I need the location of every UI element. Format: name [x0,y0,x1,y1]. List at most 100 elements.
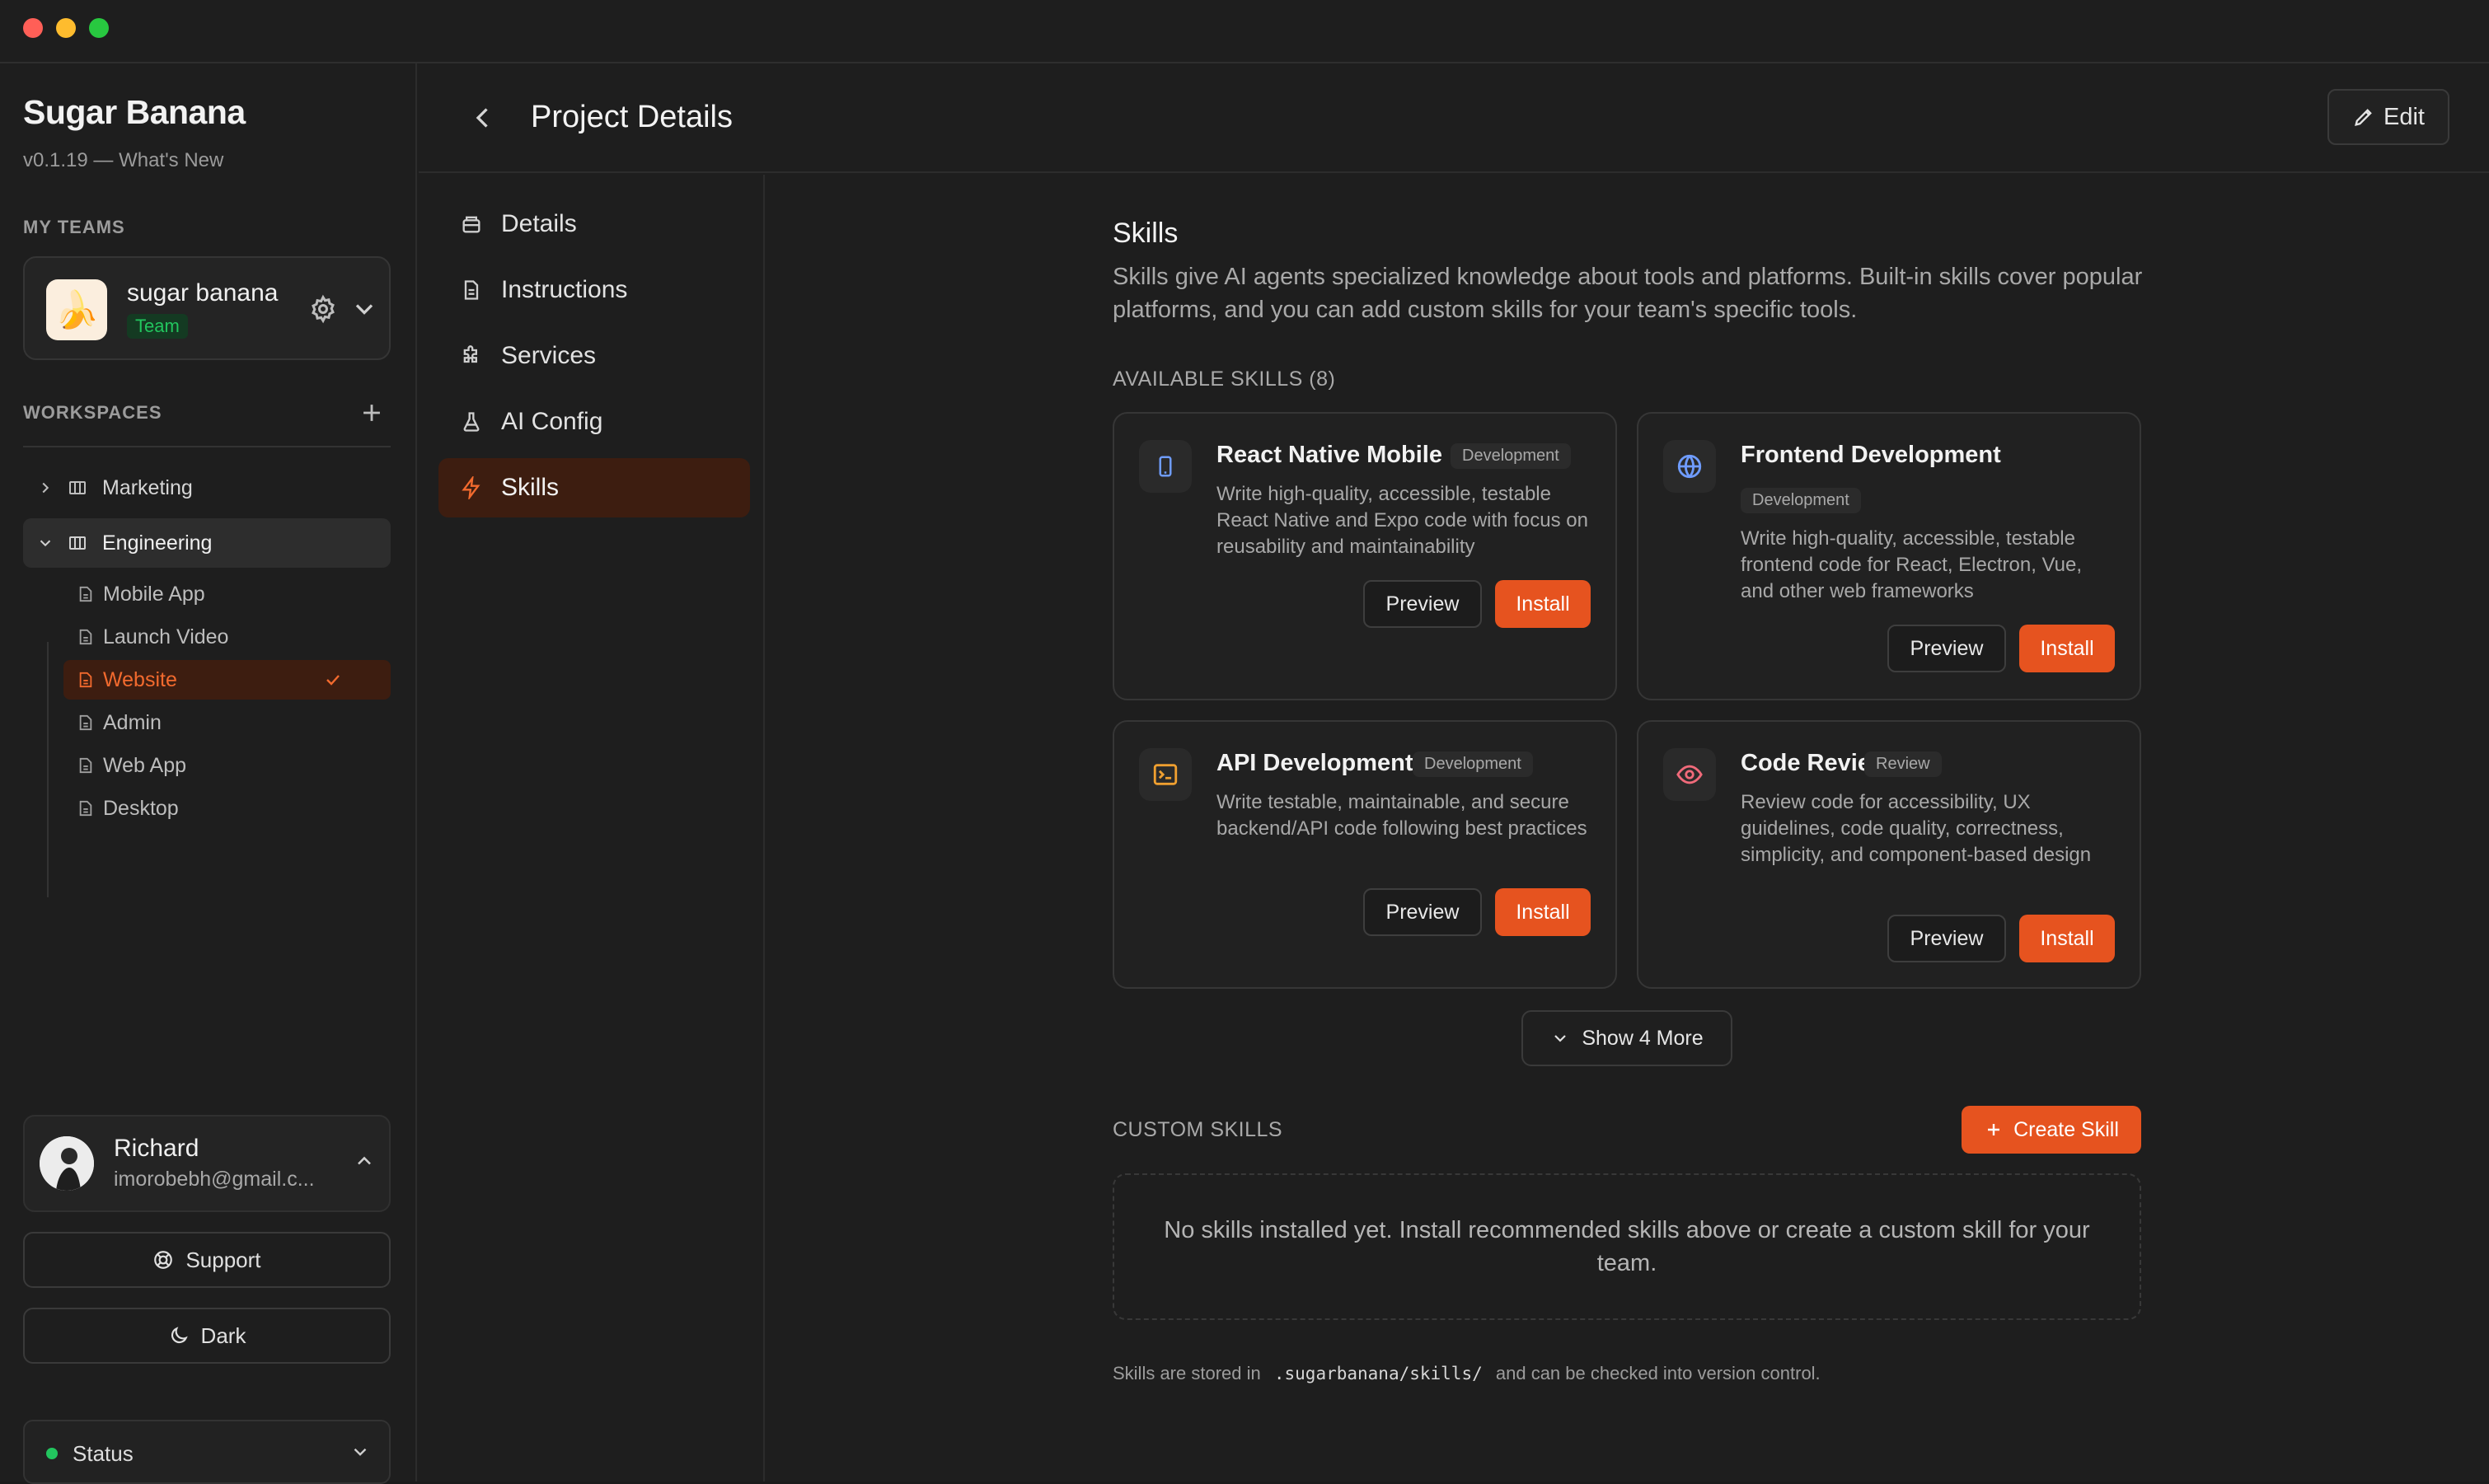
skill-description: Write high-quality, accessible, testable… [1216,483,1588,558]
chevron-down-icon [1554,1035,1567,1042]
project-label: Admin [103,710,162,734]
terminal-icon [1139,748,1192,801]
nav-label: AI Config [501,408,603,435]
skill-title: React Native Mobile [1216,442,1442,468]
custom-skills-label: CUSTOM SKILLS [1113,1118,1283,1141]
nav-skills[interactable]: Skills [438,458,750,517]
eye-icon [1663,748,1716,801]
team-avatar: 🍌 [46,279,107,340]
create-skill-button[interactable]: Create Skill [1962,1106,2141,1154]
tree-guide-line [47,642,49,897]
project-nav: Details Instructions Services AI Config … [419,175,765,1482]
team-switcher[interactable]: 🍌 sugar banana Team [23,256,391,360]
skill-badge: Development [1451,443,1571,469]
nav-instructions[interactable]: Instructions [438,260,750,320]
edit-button[interactable]: Edit [2327,89,2449,145]
chevron-down-icon [354,1448,367,1456]
skills-path: .sugarbanana/skills/ [1273,1364,1483,1383]
app-name: Sugar Banana [23,93,246,131]
skill-badge: Review [1864,751,1942,777]
document-icon [464,280,479,300]
flask-icon [463,412,480,432]
skill-description: Review code for accessibility, UX guidel… [1741,791,2092,866]
nav-details[interactable]: Details [438,194,750,254]
chevron-up-icon[interactable] [353,1149,376,1173]
nav-label: Details [501,210,577,237]
workspace-label: Engineering [102,531,213,555]
skill-description: Write high-quality, accessible, testable… [1741,527,2083,602]
maximize-window-button[interactable] [89,18,109,38]
skill-title: API Development [1216,750,1413,776]
project-item[interactable]: Launch Video [63,617,391,657]
skill-badge: Development [1413,751,1533,777]
phone-icon [1139,440,1192,493]
back-arrow-icon[interactable] [468,103,498,133]
page-header: Project Details Edit [419,63,2489,173]
preview-button[interactable]: Preview [1363,888,1482,936]
support-button[interactable]: Support [23,1232,391,1288]
globe-icon [1663,440,1716,493]
project-item-selected[interactable]: Website [63,660,391,700]
project-item[interactable]: Mobile App [63,574,391,614]
lightning-icon [462,476,480,499]
nav-label: Skills [501,474,560,501]
install-button[interactable]: Install [1495,888,1591,936]
preview-button[interactable]: Preview [1887,915,2006,962]
install-button[interactable]: Install [1495,580,1591,628]
project-item[interactable]: Admin [63,703,391,742]
install-button[interactable]: Install [2019,915,2115,962]
nav-ai-config[interactable]: AI Config [438,392,750,452]
lifebuoy-icon [154,1251,173,1269]
board-icon [68,533,94,553]
workspace-marketing[interactable]: Marketing [23,463,391,513]
box-icon [462,216,480,233]
version-link[interactable]: v0.1.19 — What's New [23,149,223,172]
check-icon [326,675,340,686]
preview-button[interactable]: Preview [1887,625,2006,672]
gear-icon[interactable] [308,294,338,324]
document-icon [78,757,95,774]
footnote-prefix: Skills are stored in [1113,1363,1261,1383]
footnote-suffix: and can be checked into version control. [1495,1363,1821,1383]
avatar [40,1136,94,1191]
status-dropdown[interactable]: Status [23,1420,391,1484]
skill-card: React Native Mobile Development Write hi… [1113,412,1617,700]
skill-card: Code Reviewer Review Review code for acc… [1637,720,2141,989]
create-skill-label: Create Skill [2013,1117,2119,1141]
add-workspace-icon[interactable] [358,399,386,427]
divider [23,446,391,447]
show-more-button[interactable]: Show 4 More [1521,1010,1732,1066]
project-item[interactable]: Web App [63,746,391,785]
show-more-label: Show 4 More [1582,1026,1704,1050]
theme-toggle-button[interactable]: Dark [23,1308,391,1364]
chevron-down-icon[interactable] [349,294,379,324]
document-icon [78,629,95,645]
document-icon [78,672,95,688]
workspace-engineering[interactable]: Engineering [23,518,391,568]
status-indicator [46,1448,58,1459]
install-button[interactable]: Install [2019,625,2115,672]
puzzle-icon [463,345,477,363]
nav-services[interactable]: Services [438,326,750,386]
skill-card: API Development Development Write testab… [1113,720,1617,989]
document-icon [78,800,95,817]
title-bar [0,0,2489,63]
section-title: Skills [1113,218,1179,249]
app-window: Sugar Banana v0.1.19 — What's New MY TEA… [0,0,2489,1484]
chevron-right-icon[interactable] [36,479,61,497]
page-title: Project Details [531,100,733,134]
skill-description: Write testable, maintainable, and secure… [1216,791,1587,840]
team-name: sugar banana [127,279,279,307]
project-label: Launch Video [103,625,229,648]
close-window-button[interactable] [23,18,43,38]
plus-icon [1988,1124,2000,1135]
minimize-window-button[interactable] [56,18,76,38]
user-menu[interactable]: Richard imorobebh@gmail.c... [23,1115,391,1212]
sidebar: Sugar Banana v0.1.19 — What's New MY TEA… [0,63,417,1484]
preview-button[interactable]: Preview [1363,580,1482,628]
workspace-label: Marketing [102,475,193,499]
project-item[interactable]: Desktop [63,789,391,828]
chevron-down-icon[interactable] [36,534,61,552]
workspaces-label: WORKSPACES [23,402,162,423]
nav-label: Services [501,342,597,369]
